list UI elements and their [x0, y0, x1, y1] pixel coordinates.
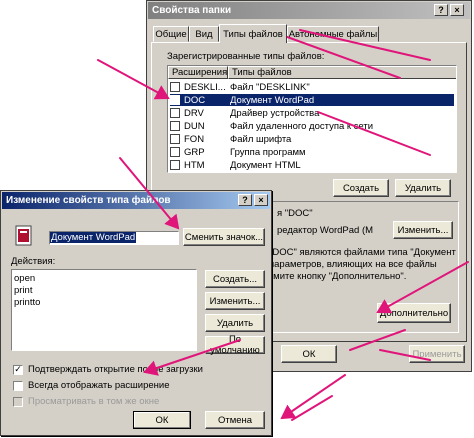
arrow-to-change-icon — [119, 157, 180, 230]
arrow-to-advanced — [376, 261, 469, 314]
arrow-from-file-types-tab — [299, 29, 431, 61]
arrow-to-doc-row — [97, 59, 170, 100]
tab-file-types[interactable]: Типы файлов — [219, 24, 287, 43]
arrow-to-dialog-ok — [280, 374, 346, 420]
arrow-to-checkboxes — [143, 339, 241, 376]
arrow-from-advanced — [349, 329, 406, 351]
arrow-from-list — [317, 111, 431, 156]
annotation-arrows — [97, 26, 469, 421]
arrow-to-ok — [379, 349, 431, 361]
